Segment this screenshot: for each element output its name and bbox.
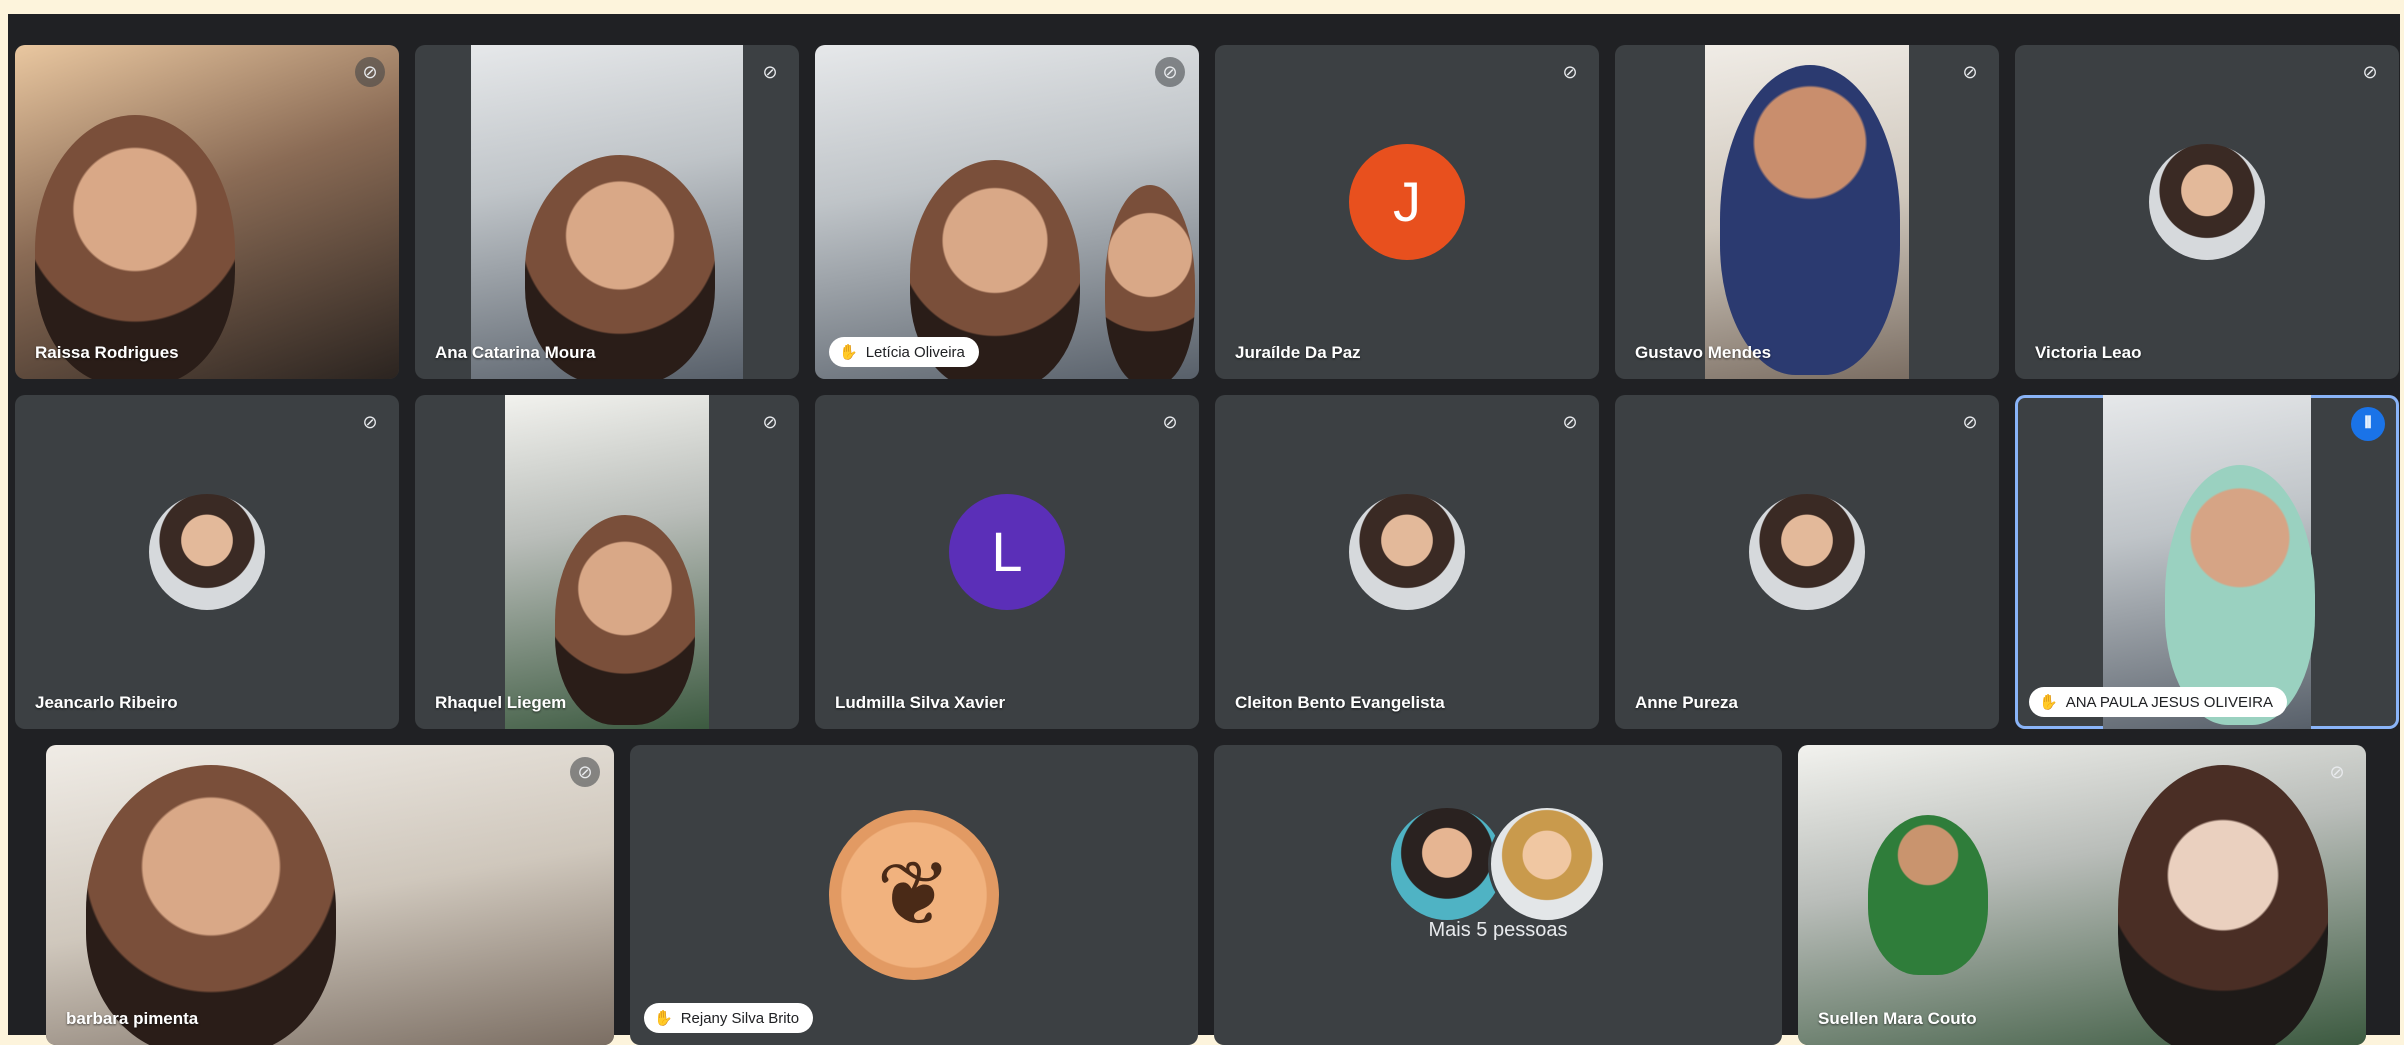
mic-off-icon: ⊘ (362, 412, 378, 432)
mic-off-icon: ⊘ (1162, 412, 1178, 432)
hand-raised-icon: ✋ (654, 1010, 673, 1027)
mic-off-icon: ⊘ (1962, 412, 1978, 432)
mic-off-icon: ⊘ (2329, 762, 2345, 782)
mic-off-icon: ⊘ (1562, 412, 1578, 432)
avatar-initial: L (949, 494, 1065, 610)
participant-name: Anne Pureza (1635, 693, 1738, 712)
mic-off-icon: ⊘ (1155, 57, 1185, 87)
hand-raised-icon: ✋ (2039, 694, 2058, 711)
meeting-grid: ⊘ Raissa Rodrigues ⊘ Ana Catarina Moura … (8, 14, 2400, 1045)
mic-off-icon: ⊘ (1562, 62, 1578, 82)
name-chip: ✋ Letícia Oliveira (829, 337, 979, 367)
participant-figure-background (1105, 185, 1195, 379)
participant-figure (2118, 765, 2328, 1045)
participant-tile[interactable]: ⊘ Rhaquel Liegem (415, 395, 799, 729)
mic-off-icon: ⊘ (355, 57, 385, 87)
overflow-label: Mais 5 pessoas (1428, 919, 1568, 941)
avatar-photo (149, 494, 265, 610)
participant-tile[interactable]: ⊘ Victoria Leao (2015, 45, 2399, 379)
participant-tile-active-speaker[interactable]: ⦀ ✋ ANA PAULA JESUS OLIVEIRA (2015, 395, 2399, 729)
name-chip: ✋ ANA PAULA JESUS OLIVEIRA (2029, 687, 2287, 717)
name-chip: ✋ Rejany Silva Brito (644, 1003, 814, 1033)
participant-figure (2165, 465, 2315, 725)
avatar-photo (1349, 494, 1465, 610)
overflow-avatars (1388, 805, 1608, 923)
participant-name: Suellen Mara Couto (1818, 1009, 1977, 1028)
participant-tile[interactable]: ⊘ Jeancarlo Ribeiro (15, 395, 399, 729)
participant-figure-background (1868, 815, 1988, 975)
participant-name: Juraílde Da Paz (1235, 343, 1361, 362)
participant-tile[interactable]: ⊘ barbara pimenta (46, 745, 614, 1045)
participant-name: Ana Catarina Moura (435, 343, 596, 362)
speaking-indicator-icon: ⦀ (2351, 407, 2385, 441)
participant-tile[interactable]: ⊘ Raissa Rodrigues (15, 45, 399, 379)
participant-tile[interactable]: J ⊘ Juraílde Da Paz (1215, 45, 1599, 379)
participant-name: Rejany Silva Brito (680, 1009, 800, 1027)
participant-name: Jeancarlo Ribeiro (35, 693, 178, 712)
participant-name: Rhaquel Liegem (435, 693, 567, 712)
mic-off-icon: ⊘ (2362, 62, 2378, 82)
participant-figure (1720, 65, 1900, 375)
avatar-photo-butterfly: ❦ (829, 810, 999, 980)
avatar-initial: J (1349, 144, 1465, 260)
hand-raised-icon: ✋ (839, 344, 858, 361)
mic-off-icon: ⊘ (1962, 62, 1978, 82)
participant-name: Letícia Oliveira (865, 343, 965, 361)
participant-tile[interactable]: ⊘ Suellen Mara Couto (1798, 745, 2366, 1045)
participant-name: Ludmilla Silva Xavier (835, 693, 1006, 712)
participant-tile[interactable]: ⊘ Anne Pureza (1615, 395, 1999, 729)
participant-name: barbara pimenta (66, 1009, 199, 1028)
mic-off-icon: ⊘ (762, 412, 778, 432)
participant-tile[interactable]: ❦ ✋ Rejany Silva Brito (630, 745, 1198, 1045)
participant-name: Victoria Leao (2035, 343, 2142, 362)
participant-tile[interactable]: L ⊘ Ludmilla Silva Xavier (815, 395, 1199, 729)
participant-figure (86, 765, 336, 1045)
mic-off-icon: ⊘ (762, 62, 778, 82)
avatar-photo (2149, 144, 2265, 260)
participant-tile[interactable]: ⊘ Gustavo Mendes (1615, 45, 1999, 379)
overflow-participants-tile[interactable]: Mais 5 pessoas (1214, 745, 1782, 1045)
participant-name: Gustavo Mendes (1635, 343, 1772, 362)
overflow-avatar (1488, 805, 1606, 923)
participant-tile[interactable]: ⊘ Ana Catarina Moura (415, 45, 799, 379)
participant-figure (555, 515, 695, 725)
participant-tile[interactable]: ⊘ Cleiton Bento Evangelista (1215, 395, 1599, 729)
participant-figure (35, 115, 235, 379)
participant-name: Cleiton Bento Evangelista (1235, 693, 1445, 712)
avatar-photo (1749, 494, 1865, 610)
mic-off-icon: ⊘ (570, 757, 600, 787)
participant-name: ANA PAULA JESUS OLIVEIRA (2065, 693, 2273, 711)
participant-name: Raissa Rodrigues (35, 343, 179, 362)
participant-tile[interactable]: ⊘ ✋ Letícia Oliveira (815, 45, 1199, 379)
